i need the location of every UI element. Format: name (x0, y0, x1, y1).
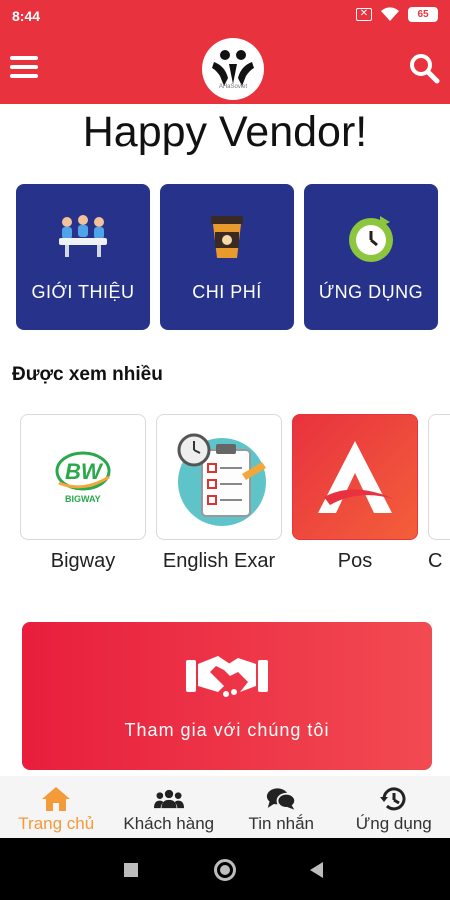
app-logo[interactable]: AHaSoviet (202, 38, 264, 100)
battery-icon: 65 (408, 7, 438, 22)
checklist-timer-icon (177, 433, 266, 526)
app-item-english-exam[interactable]: English Exar (156, 414, 282, 573)
logo-caption: AHaSoviet (218, 84, 248, 90)
app-name: Pos (337, 550, 373, 572)
history-icon (379, 787, 406, 811)
nav-item-customers[interactable]: Khách hàng (113, 776, 226, 838)
nav-label: Khách hàng (123, 814, 215, 833)
people-logo-icon (212, 50, 254, 86)
home-circle-icon[interactable] (214, 859, 236, 881)
tile-label: CHI PHÍ (192, 282, 262, 302)
tile-label: GIỚI THIỆU (31, 282, 135, 302)
nav-item-messages[interactable]: Tin nhắn (225, 776, 338, 838)
section-title-popular: Được xem nhiều (12, 364, 163, 385)
join-us-label: Tham gia với chúng tôi (124, 720, 330, 740)
app-item-bigway[interactable]: BW BIGWAY Bigway (20, 414, 146, 573)
app-item-partial[interactable]: C (428, 414, 450, 573)
app-name: English Exar (162, 550, 276, 572)
system-navigation-bar (0, 838, 450, 900)
app-name: C (428, 550, 443, 572)
bigway-logo: BW BIGWAY (55, 451, 111, 504)
meeting-table-icon (59, 215, 107, 257)
back-icon[interactable] (310, 862, 323, 878)
pos-logo (318, 441, 394, 513)
hamburger-menu-icon[interactable] (10, 56, 38, 80)
app-header: AHaSoviet (0, 34, 450, 104)
search-icon[interactable] (408, 52, 440, 84)
app-item-pos[interactable]: Pos (292, 414, 418, 573)
chat-icon (267, 788, 297, 810)
clock-refresh-icon (349, 216, 393, 262)
tile-label: ỨNG DỤNG (318, 282, 424, 302)
popular-apps-list: BW BIGWAY Bigway English Exar Pos C (20, 414, 450, 584)
status-bar: 8:44 ✕ 65 (0, 0, 450, 34)
join-us-banner[interactable]: Tham gia với chúng tôi (22, 622, 432, 770)
tile-gioi-thieu[interactable]: GIỚI THIỆU (16, 184, 150, 330)
handshake-icon (186, 656, 268, 697)
status-icons: ✕ 65 (356, 7, 438, 22)
wifi-icon (381, 7, 399, 22)
home-icon (42, 787, 71, 811)
users-icon (153, 789, 184, 809)
svg-text:BW: BW (65, 459, 104, 484)
nav-label: Ứng dụng (355, 814, 432, 833)
app-card[interactable] (292, 414, 418, 540)
app-name: Bigway (50, 550, 116, 572)
tile-chi-phi[interactable]: CHI PHÍ (160, 184, 294, 330)
status-time: 8:44 (12, 8, 41, 24)
page-title: Happy Vendor! (82, 108, 368, 156)
recents-icon[interactable] (124, 863, 138, 877)
app-card[interactable]: BW BIGWAY (20, 414, 146, 540)
coffee-cup-icon (211, 216, 243, 258)
bottom-navigation: Trang chủ Khách hàng Tin nhắn Ứng dụng (0, 776, 450, 838)
tile-ung-dung[interactable]: ỨNG DỤNG (304, 184, 438, 330)
app-card[interactable] (428, 414, 450, 540)
nav-label: Trang chủ (18, 814, 95, 833)
category-tiles: GIỚI THIỆU CHI PHÍ ỨNG DỤNG (16, 184, 438, 330)
nav-item-home[interactable]: Trang chủ (0, 776, 113, 838)
svg-text:BIGWAY: BIGWAY (65, 494, 101, 504)
x-mark-icon: ✕ (356, 8, 372, 21)
nav-label: Tin nhắn (248, 814, 315, 833)
nav-item-apps[interactable]: Ứng dụng (338, 776, 450, 838)
app-card[interactable] (156, 414, 282, 540)
